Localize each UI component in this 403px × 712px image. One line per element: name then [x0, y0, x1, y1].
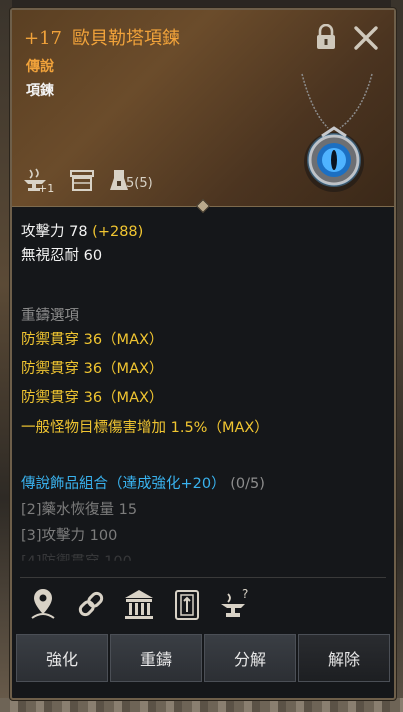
- warehouse-icon[interactable]: [122, 586, 156, 622]
- item-grade: 傳說: [26, 59, 54, 75]
- enhance-bonus-label: +1: [38, 182, 55, 195]
- attack-bonus: (+288): [92, 224, 144, 240]
- reforge-option: 防禦貫穿 36（MAX）: [21, 390, 164, 406]
- svg-text:?: ?: [242, 587, 248, 601]
- release-button[interactable]: 解除: [298, 634, 390, 682]
- chest-icon: [70, 170, 94, 191]
- set-bonus-item: [3]攻擊力 100: [21, 528, 118, 544]
- reforge-option: 防禦貫穿 36（MAX）: [21, 332, 164, 348]
- necklace-icon: [301, 73, 373, 192]
- reforge-title: 重鑄選項: [21, 308, 79, 324]
- item-level: +17: [24, 28, 62, 49]
- set-bonus-header: 傳說飾品組合（達成強化+20） (0/5): [21, 472, 265, 496]
- set-bonus-progress: (0/5): [230, 476, 265, 492]
- attack-value: 攻擊力 78: [21, 224, 88, 240]
- enhance-button[interactable]: 強化: [16, 634, 108, 682]
- location-icon[interactable]: [26, 586, 60, 622]
- stat-attack: 攻擊力 78 (+288): [21, 220, 143, 244]
- stat-ignore-def: 無視忍耐 60: [21, 248, 103, 264]
- reforge-option: 一般怪物目標傷害增加 1.5%（MAX）: [21, 420, 269, 436]
- set-bonus-item: [2]藥水恢復量 15: [21, 502, 138, 518]
- item-title: +17 歐貝勒塔項鍊: [24, 24, 180, 50]
- backdrop-bottom: [0, 698, 403, 712]
- item-type: 項鍊: [26, 83, 54, 99]
- dismantle-button[interactable]: 分解: [204, 634, 296, 682]
- item-name: 歐貝勒塔項鍊: [72, 28, 180, 49]
- set-bonus-item: [4]防禦貫穿 100: [21, 554, 132, 570]
- reforge-option: 防禦貫穿 36（MAX）: [21, 361, 164, 377]
- close-icon[interactable]: [352, 24, 380, 52]
- trade-lock-icon[interactable]: [170, 586, 204, 622]
- item-tooltip-panel: +17 歐貝勒塔項鍊 傳說 項鍊 +1 5(5) 攻擊力 78 (+288) 無…: [10, 8, 396, 700]
- tools-separator: [20, 577, 386, 578]
- link-icon[interactable]: [74, 586, 108, 622]
- set-bonus-title: 傳說飾品組合（達成強化+20）: [21, 476, 226, 492]
- anvil-question-icon[interactable]: ?: [218, 586, 252, 622]
- action-buttons: 強化 重鑄 分解 解除: [16, 634, 390, 682]
- item-action-icons: ?: [12, 580, 394, 630]
- durability-value: 5(5): [126, 176, 153, 191]
- lock-icon[interactable]: [314, 24, 338, 50]
- item-header: +17 歐貝勒塔項鍊 傳說 項鍊 +1 5(5): [12, 10, 394, 207]
- reforge-button[interactable]: 重鑄: [110, 634, 202, 682]
